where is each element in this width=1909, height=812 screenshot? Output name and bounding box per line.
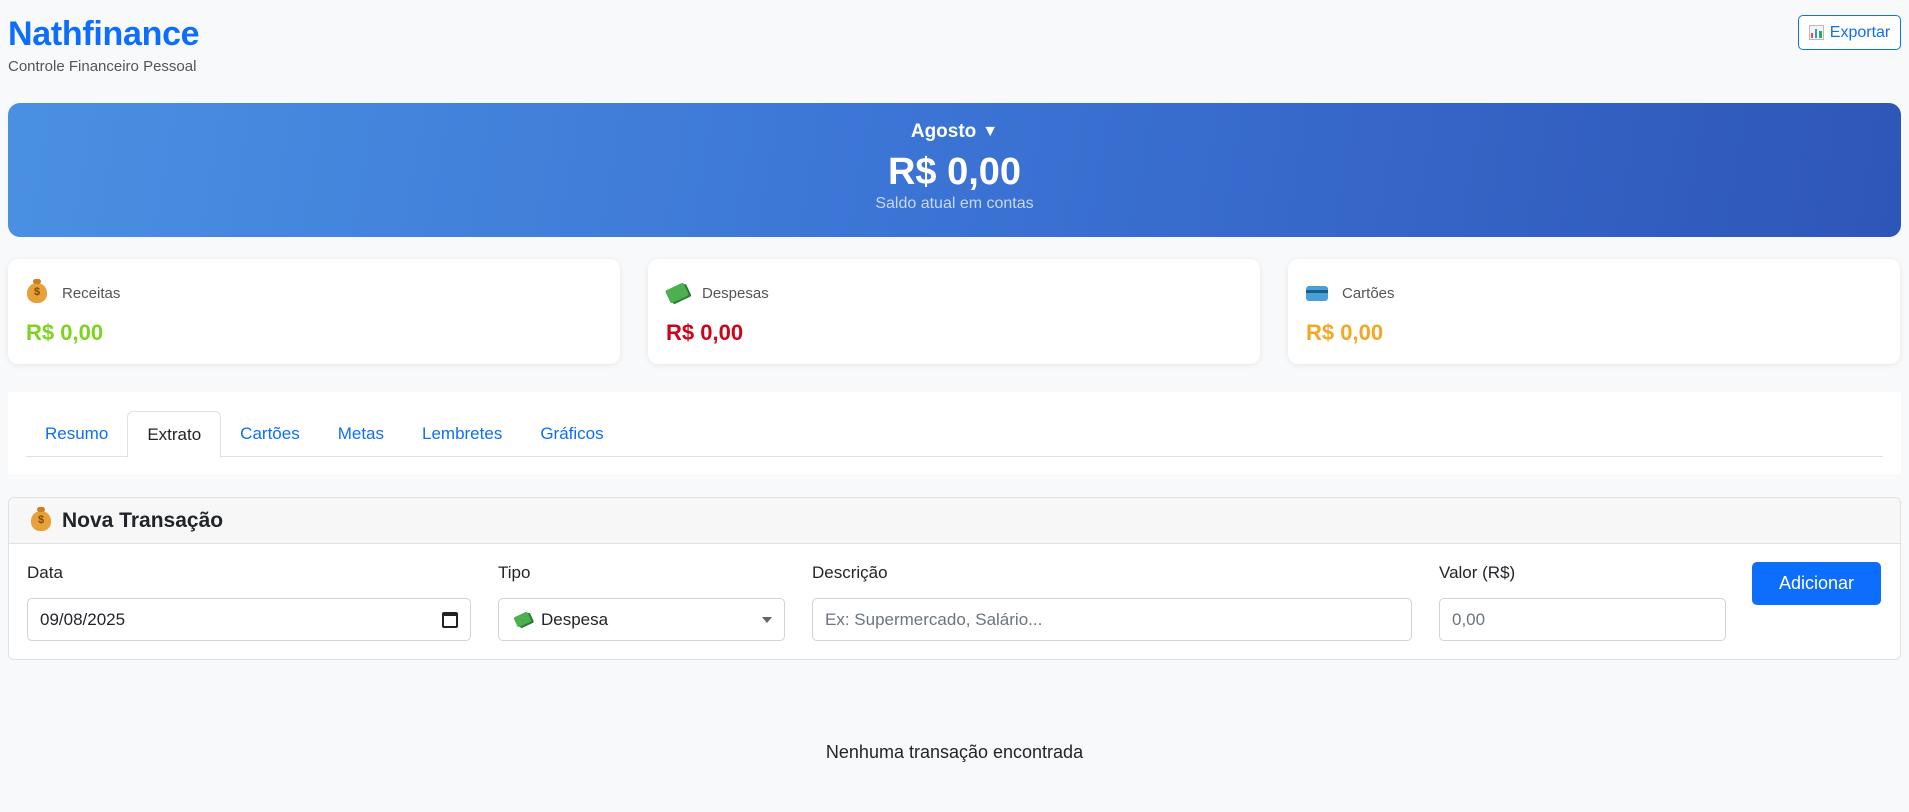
income-value: R$ 0,00 [26, 320, 104, 345]
date-value: 09/08/2025 [40, 609, 126, 629]
amount-placeholder: 0,00 [1452, 609, 1486, 629]
export-label: Exportar [1829, 23, 1891, 41]
description-placeholder: Ex: Supermercado, Salário... [825, 609, 1043, 629]
income-label: Receitas [62, 284, 121, 302]
tab-graficos[interactable]: Gráficos [521, 411, 622, 457]
chevron-down-icon [762, 616, 772, 623]
date-label: Data [27, 563, 63, 582]
money-wings-icon [511, 609, 533, 631]
date-field[interactable]: 09/08/2025 [27, 598, 471, 641]
app-subtitle: Controle Financeiro Pessoal [8, 58, 197, 75]
money-wings-icon [664, 282, 690, 304]
app-title: Nathfinance [8, 15, 200, 53]
tabs-panel: Resumo Extrato Cartões Metas Lembretes G… [8, 392, 1901, 474]
tab-bar: Resumo Extrato Cartões Metas Lembretes G… [26, 411, 1883, 458]
type-select[interactable]: Despesa [498, 598, 785, 641]
type-value: Despesa [541, 609, 609, 629]
description-field[interactable]: Ex: Supermercado, Salário... [812, 598, 1412, 641]
expense-value: R$ 0,00 [666, 320, 744, 345]
month-label: Agosto [910, 121, 977, 142]
add-button[interactable]: Adicionar [1752, 562, 1881, 605]
money-bag-icon [26, 279, 48, 304]
month-selector[interactable]: Agosto ▼ [911, 121, 998, 143]
cards-card: Cartões R$ 0,00 [1288, 259, 1900, 364]
credit-card-icon [1306, 282, 1328, 304]
calendar-icon[interactable] [442, 611, 458, 628]
new-transaction-title: Nova Transação [62, 508, 224, 532]
balance-value: R$ 0,00 [887, 151, 1022, 193]
description-label: Descrição [812, 563, 888, 582]
tab-resumo[interactable]: Resumo [26, 411, 127, 457]
expense-card: Despesas R$ 0,00 [648, 259, 1260, 364]
balance-card: Agosto ▼ R$ 0,00 Saldo atual em contas [8, 103, 1901, 237]
tab-cartoes[interactable]: Cartões [221, 411, 319, 457]
money-bag-icon [30, 506, 52, 532]
tab-extrato[interactable]: Extrato [127, 411, 222, 458]
export-button[interactable]: Exportar [1798, 15, 1901, 50]
triangle-down-icon: ▼ [982, 123, 999, 140]
bar-chart-icon [1808, 25, 1824, 40]
income-card: Receitas R$ 0,00 [8, 259, 620, 364]
cards-value: R$ 0,00 [1306, 320, 1384, 345]
amount-label: Valor (R$) [1439, 563, 1516, 582]
empty-state: Nenhuma transação encontrada [825, 742, 1084, 762]
new-transaction-card: Nova Transação Data 09/08/2025 Tipo Desp… [8, 497, 1901, 660]
amount-field[interactable]: 0,00 [1439, 598, 1726, 641]
expense-label: Despesas [702, 284, 769, 302]
balance-label: Saldo atual em contas [875, 195, 1034, 212]
new-transaction-header: Nova Transação [9, 498, 1900, 544]
type-label: Tipo [498, 563, 531, 582]
tab-lembretes[interactable]: Lembretes [403, 411, 521, 457]
app-header: Nathfinance Controle Financeiro Pessoal [8, 14, 200, 75]
cards-label: Cartões [1342, 284, 1395, 302]
tab-metas[interactable]: Metas [319, 411, 403, 457]
